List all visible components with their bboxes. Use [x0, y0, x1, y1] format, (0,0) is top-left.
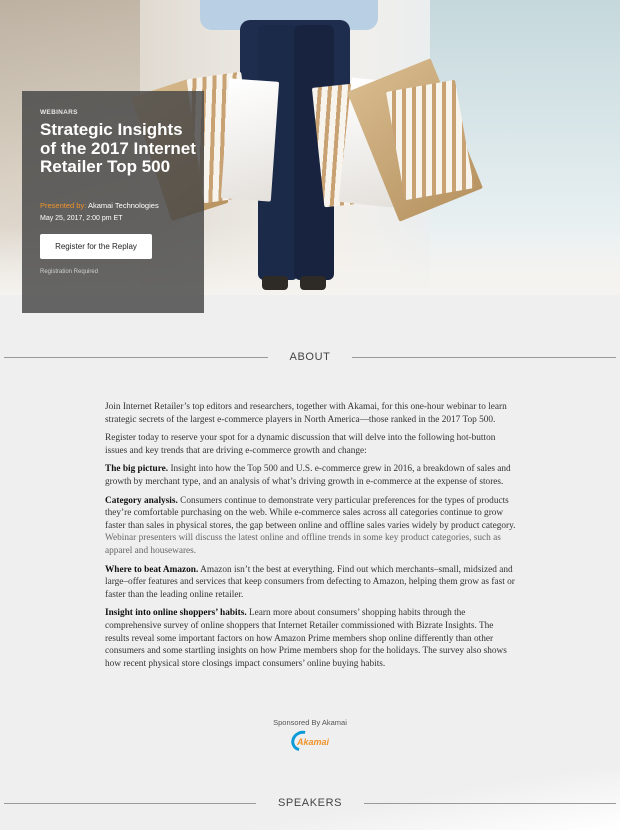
about-intro: Join Internet Retailer’s top editors and…	[105, 402, 507, 425]
about-item: Insight into online shoppers’ habits. Le…	[105, 607, 517, 670]
webinar-date: May 25, 2017, 2:00 pm ET	[40, 215, 123, 222]
presenter-name: Akamai Technologies	[87, 201, 159, 210]
about-item: The big picture. Insight into how the To…	[105, 463, 517, 488]
presented-by: Presented by: Akamai Technologies	[40, 201, 159, 210]
about-item: Category analysis. Consumers continue to…	[105, 495, 517, 558]
shopper-shoe-left	[262, 276, 288, 290]
webinar-title: Strategic Insights of the 2017 Internet …	[40, 120, 196, 176]
about-item-lead: The big picture.	[105, 464, 169, 475]
about-item-lead: Category analysis.	[105, 495, 178, 506]
shopper-shoe-right	[300, 276, 326, 290]
about-register: Register today to reserve your spot for …	[105, 433, 496, 456]
about-item-lead: Insight into online shoppers’ habits.	[105, 608, 247, 619]
divider-line	[4, 802, 256, 804]
webinar-info-card: WEBINARS Strategic Insights of the 2017 …	[22, 91, 204, 313]
category-label: WEBINARS	[40, 109, 78, 116]
section-heading-speakers: SPEAKERS	[277, 797, 343, 809]
presented-by-label: Presented by:	[40, 201, 87, 210]
register-replay-button[interactable]: Register for the Replay	[40, 234, 152, 259]
divider-line	[364, 802, 617, 804]
section-heading-about: ABOUT	[289, 351, 331, 363]
about-item: Where to beat Amazon. Amazon isn’t the b…	[105, 564, 517, 602]
shopping-bag	[220, 78, 280, 202]
registration-note: Registration Required	[40, 269, 99, 275]
about-content: Join Internet Retailer’s top editors and…	[105, 401, 517, 676]
sponsor-label: Sponsored By Akamai	[273, 718, 347, 727]
akamai-logo-text: Akamai	[297, 737, 330, 747]
about-item-lead: Where to beat Amazon.	[105, 564, 199, 575]
akamai-logo[interactable]: Akamai	[287, 726, 335, 756]
divider-line	[4, 356, 268, 358]
about-item-muted-text: Webinar presenters will discuss the late…	[105, 533, 501, 556]
speakers-divider: SPEAKERS	[0, 796, 620, 810]
about-divider: ABOUT	[0, 350, 620, 364]
divider-line	[352, 356, 616, 358]
